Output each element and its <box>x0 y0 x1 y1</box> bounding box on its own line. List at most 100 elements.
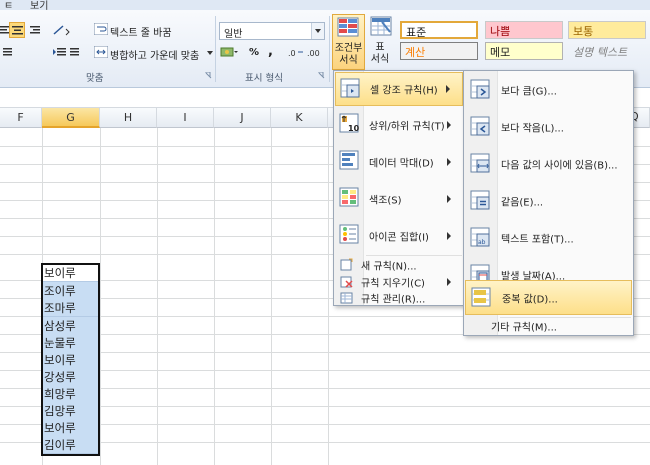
currency-format-icon[interactable] <box>220 46 238 58</box>
conditional-formatting-button[interactable]: 조건부 서식 <box>332 14 365 70</box>
conditional-formatting-label-2: 서식 <box>339 55 358 66</box>
greater-than-icon <box>470 79 490 99</box>
menu-item-text-contains[interactable]: ab 텍스트 포함(T)... <box>465 220 632 256</box>
new-rule-icon <box>340 258 353 271</box>
menu-separator <box>366 255 462 256</box>
menu-item-icon-sets[interactable]: 아이콘 집합(I) <box>335 218 463 254</box>
svg-text:.00: .00 <box>307 49 320 58</box>
style-note[interactable]: 메모 <box>485 42 563 60</box>
grid-line <box>100 128 101 465</box>
submenu-arrow-icon <box>447 121 455 129</box>
increase-decimal-icon[interactable]: .0 <box>288 46 304 58</box>
menu-item-color-scales[interactable]: 색조(S) <box>335 181 463 217</box>
align-right-icon[interactable] <box>28 24 42 36</box>
menu-item-label: 같음(E)... <box>501 197 544 209</box>
column-header-g[interactable]: G <box>42 108 100 128</box>
menu-item-highlight-cells-rules[interactable]: 셀 강조 규칙(H) <box>335 72 463 106</box>
menu-item-label: 데이터 막대(D) <box>369 158 434 170</box>
svg-text:10: 10 <box>348 124 360 133</box>
grid-line <box>157 128 158 465</box>
menu-item-label: 셀 강조 규칙(H) <box>370 85 438 97</box>
style-explanatory[interactable]: 설명 텍스트 <box>568 42 646 60</box>
submenu-arrow-icon <box>447 278 455 286</box>
increase-indent-icon[interactable] <box>52 46 66 58</box>
alignment-dialog-launcher-icon[interactable] <box>205 72 212 79</box>
wrap-text-button[interactable]: 텍스트 줄 바꿈 <box>110 24 172 39</box>
menu-item-label: 규칙 지우기(C) <box>361 278 425 290</box>
menu-item-new-rule[interactable]: 새 규칙(N)... <box>335 257 463 273</box>
menu-item-label: 새 규칙(N)... <box>361 261 417 273</box>
menu-item-equal-to[interactable]: 같음(E)... <box>465 183 632 219</box>
number-format-value: 일반 <box>224 29 243 40</box>
number-format-select[interactable]: 일반 <box>219 22 325 40</box>
grid-line <box>271 128 272 465</box>
align-center-button[interactable] <box>9 22 25 38</box>
menu-item-more-rules[interactable]: 기타 규칙(M)... <box>465 318 632 334</box>
less-than-icon <box>470 116 490 136</box>
clear-rules-icon <box>340 276 353 288</box>
ribbon-tab-strip: ㅌ 보기 <box>0 0 650 12</box>
merge-center-icon <box>94 46 108 58</box>
chevron-down-icon[interactable] <box>311 23 324 39</box>
menu-item-label: 색조(S) <box>369 195 402 207</box>
group-separator <box>329 16 330 82</box>
decrease-indent-2-icon[interactable] <box>68 46 82 58</box>
highlight-cells-rules-icon <box>340 78 360 98</box>
grid-line <box>214 128 215 465</box>
style-normal[interactable]: 표준 <box>400 21 478 39</box>
tab-home[interactable]: ㅌ <box>4 0 13 12</box>
equal-to-icon <box>470 190 490 210</box>
submenu-arrow-icon <box>446 85 454 93</box>
comma-style-button[interactable]: , <box>268 44 273 59</box>
highlight-cells-rules-submenu: 보다 큼(G)... 보다 작음(L)... 다음 값의 사이에 있음(B)..… <box>463 70 634 336</box>
menu-item-top-bottom-rules[interactable]: 10 상위/하위 규칙(T) <box>335 107 463 143</box>
style-neutral[interactable]: 보통 <box>568 21 646 39</box>
menu-item-label: 아이콘 집합(I) <box>369 232 429 244</box>
menu-item-manage-rules[interactable]: 규칙 관리(R)... <box>335 290 463 306</box>
menu-item-label: 규칙 관리(R)... <box>361 294 426 306</box>
menu-item-data-bars[interactable]: 데이터 막대(D) <box>335 144 463 180</box>
menu-item-duplicate-values[interactable]: 중복 값(D)... <box>465 280 632 315</box>
menu-item-label: 텍스트 포함(T)... <box>501 234 574 246</box>
menu-item-label: 보다 작음(L)... <box>501 123 564 135</box>
column-header-j[interactable]: J <box>214 108 271 128</box>
text-contains-icon: ab <box>470 227 490 247</box>
column-header-h[interactable]: H <box>100 108 157 128</box>
group-separator <box>215 16 216 82</box>
column-header-i[interactable]: I <box>157 108 214 128</box>
menu-item-label: 중복 값(D)... <box>502 294 558 305</box>
conditional-formatting-label-1: 조건부 <box>334 43 363 54</box>
menu-item-clear-rules[interactable]: 규칙 지우기(C) <box>335 274 463 290</box>
format-as-table-label-2: 서식 <box>370 54 390 65</box>
number-dialog-launcher-icon[interactable] <box>318 72 325 79</box>
menu-item-less-than[interactable]: 보다 작음(L)... <box>465 109 632 145</box>
selection-outline <box>41 263 100 456</box>
svg-text:.0: .0 <box>288 49 296 58</box>
menu-item-label: 보다 큼(G)... <box>501 86 557 98</box>
menu-item-label: 다음 값의 사이에 있음(B)... <box>501 160 618 172</box>
style-calculation[interactable]: 계산 <box>400 42 478 60</box>
column-header-f[interactable]: F <box>0 108 42 128</box>
format-as-table-label-1: 표 <box>375 42 385 53</box>
merge-center-button[interactable]: 병합하고 가운데 맞춤 <box>110 47 199 62</box>
text-orientation-icon[interactable] <box>53 24 73 36</box>
style-bad[interactable]: 나쁨 <box>485 21 563 39</box>
merge-dropdown-arrow-icon[interactable] <box>207 51 213 58</box>
between-icon <box>470 153 490 173</box>
column-header-k[interactable]: K <box>271 108 328 128</box>
decrease-indent-icon[interactable] <box>0 46 14 58</box>
percent-style-button[interactable]: % <box>249 47 259 58</box>
menu-item-between[interactable]: 다음 값의 사이에 있음(B)... <box>465 146 632 182</box>
format-as-table-button[interactable]: 표 서식 <box>367 14 395 70</box>
menu-item-label: 상위/하위 규칙(T) <box>369 121 445 133</box>
svg-text:ab: ab <box>478 239 486 246</box>
manage-rules-icon <box>340 292 353 304</box>
submenu-arrow-icon <box>447 232 455 240</box>
grid-line <box>328 128 329 465</box>
conditional-formatting-menu: 셀 강조 규칙(H) 10 상위/하위 규칙(T) 데이터 막대(D) 색조(S… <box>333 70 465 306</box>
number-group-label: 표시 형식 <box>245 73 283 84</box>
decrease-decimal-icon[interactable]: .00 <box>307 46 325 58</box>
format-as-table-icon <box>370 16 392 36</box>
menu-item-greater-than[interactable]: 보다 큼(G)... <box>465 72 632 108</box>
tab-view[interactable]: 보기 <box>30 0 48 12</box>
